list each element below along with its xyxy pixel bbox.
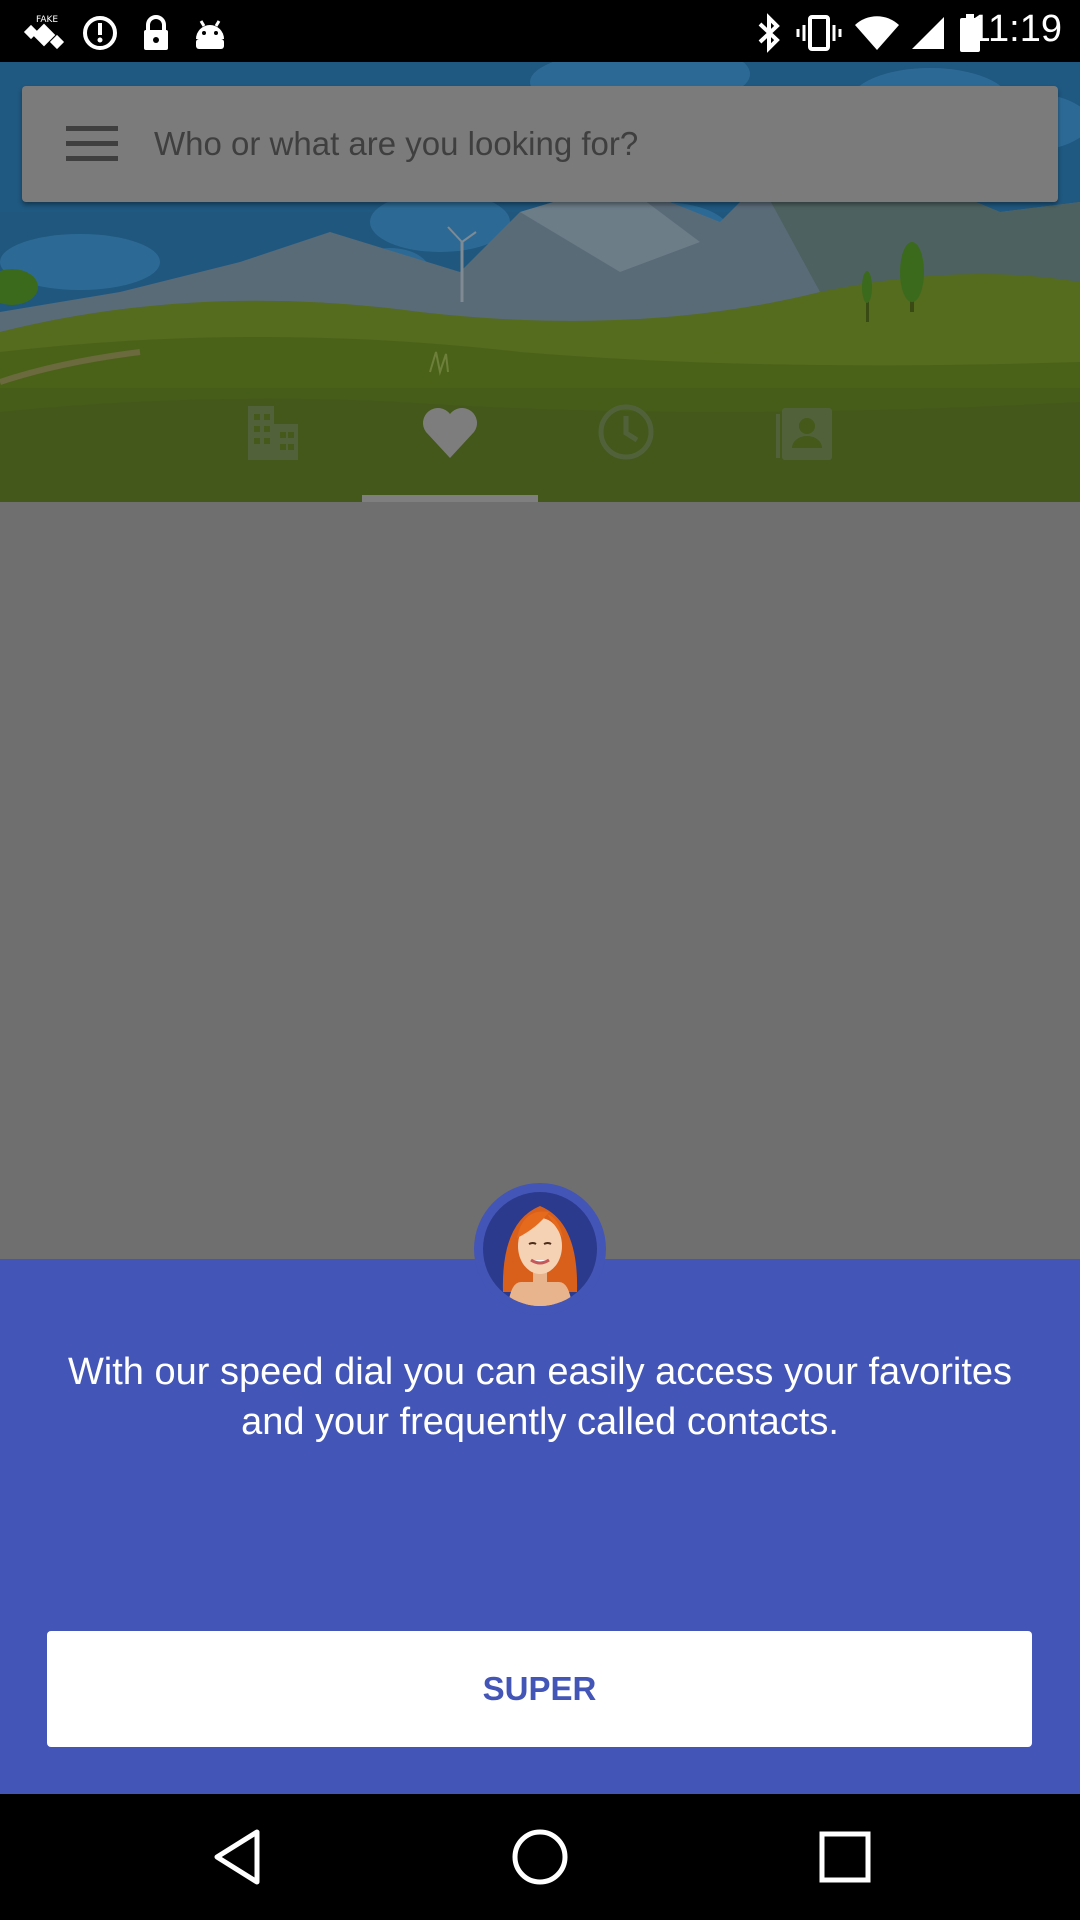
svg-text:FAKE: FAKE [36,15,58,25]
vibrate-icon [796,13,842,58]
back-icon[interactable] [205,1822,275,1892]
tab-bar [0,388,1080,502]
tab-recents[interactable] [538,388,714,502]
home-icon[interactable] [505,1822,575,1892]
wifi-icon [854,13,900,58]
bluetooth-icon [752,13,786,58]
alarm-icon [80,13,120,58]
search-input[interactable] [154,86,1034,202]
search-bar [22,86,1058,202]
navigation-bar [0,1794,1080,1920]
super-button[interactable]: SUPER [47,1631,1032,1747]
tab-companies[interactable] [184,388,360,502]
onboarding-message: With our speed dial you can easily acces… [67,1351,1013,1443]
tab-contacts[interactable] [716,388,892,502]
building-icon [248,406,298,460]
heart-icon [423,408,477,458]
tab-favorites[interactable] [362,388,538,502]
status-time: 11:19 [969,8,1062,50]
fake-gps-icon: FAKE [22,13,68,58]
hamburger-menu-icon[interactable] [66,122,118,166]
woman-avatar-icon [474,1183,606,1315]
contact-card-icon [776,408,832,460]
screen: FAKE 11:19 Who or what are you looking f… [0,0,1080,1920]
tab-selected-indicator [362,495,538,502]
status-bar: FAKE 11:19 [0,0,1080,62]
recents-icon[interactable] [810,1822,880,1892]
onboarding-card: With our speed dial you can easily acces… [0,1259,1080,1794]
android-icon [190,13,230,58]
signal-icon [908,13,948,58]
lock-icon [136,13,176,58]
header-landscape [0,62,1080,502]
clock-icon [598,404,654,460]
